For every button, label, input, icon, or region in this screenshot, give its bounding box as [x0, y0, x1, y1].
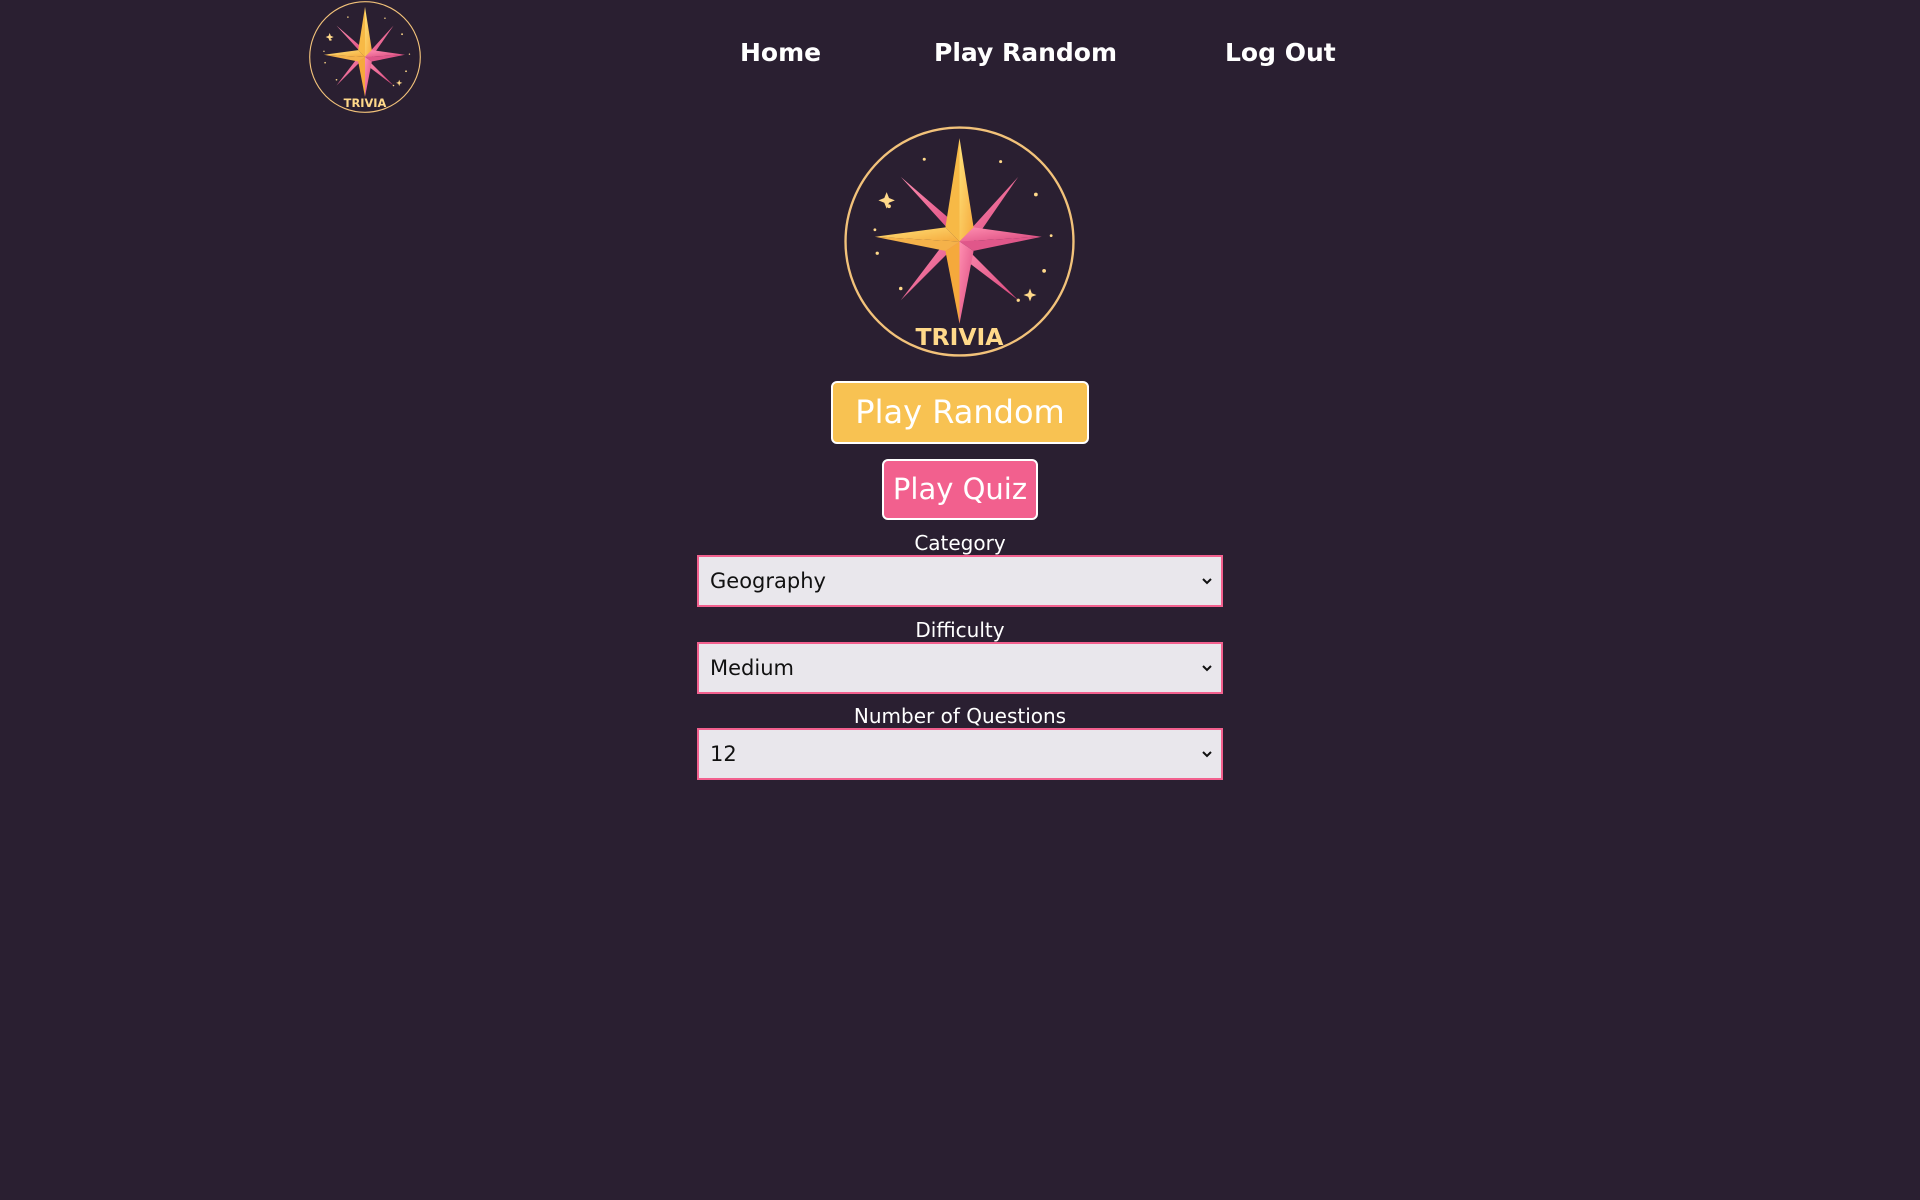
hero-logo-text: TRIVIA [916, 323, 1005, 351]
category-select[interactable]: Geography [697, 555, 1223, 607]
chevron-down-icon [1202, 665, 1212, 672]
chevron-down-icon [1202, 751, 1212, 758]
number-of-questions-label: Number of Questions [853, 704, 1067, 728]
hero-trivia-logo-icon: TRIVIA [842, 123, 1077, 360]
number-of-questions-select[interactable]: 12 [697, 728, 1223, 780]
nav-logo-text: TRIVIA [344, 96, 387, 110]
play-quiz-button[interactable]: Play Quiz [882, 459, 1038, 520]
nav-play-random-link[interactable]: Play Random [934, 38, 1117, 67]
category-label: Category [914, 531, 1006, 555]
nav-logout-link[interactable]: Log Out [1225, 38, 1336, 67]
trivia-logo-icon[interactable]: TRIVIA [308, 0, 422, 114]
difficulty-label: Difficulty [915, 618, 1005, 642]
number-of-questions-select-value: 12 [710, 742, 737, 766]
top-navbar: TRIVIA Home Play Random Log Out [0, 0, 1920, 114]
chevron-down-icon [1202, 578, 1212, 585]
nav-home-link[interactable]: Home [740, 38, 821, 67]
difficulty-select[interactable]: Medium [697, 642, 1223, 694]
category-select-value: Geography [710, 569, 826, 593]
play-random-button[interactable]: Play Random [831, 381, 1089, 444]
difficulty-select-value: Medium [710, 656, 794, 680]
